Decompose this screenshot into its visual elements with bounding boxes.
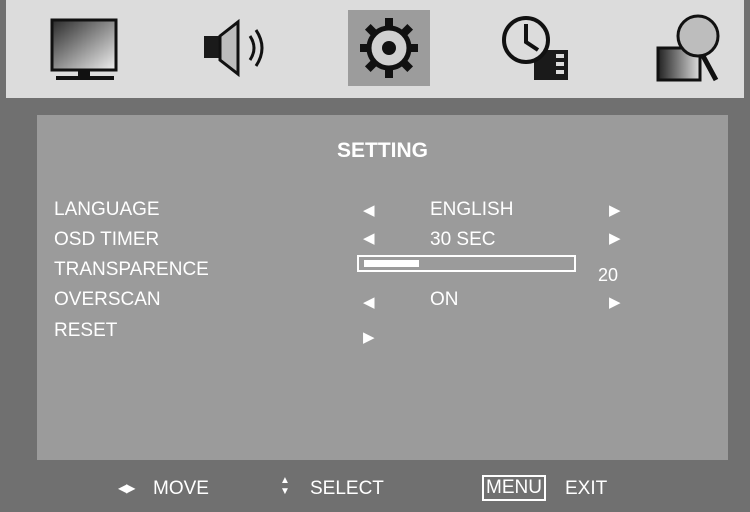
speaker-icon	[204, 18, 264, 78]
osd-timer-prev-arrow-icon[interactable]: ◀	[363, 231, 375, 246]
menu-tab-bar	[6, 0, 744, 98]
move-arrows-icon: ◀▶	[118, 481, 135, 495]
language-value: ENGLISH	[430, 199, 514, 220]
tab-audio[interactable]	[194, 10, 276, 86]
reset-label[interactable]: RESET	[54, 320, 117, 342]
magnifier-icon	[656, 14, 720, 82]
footer-hints: ◀▶ MOVE ▲▼ SELECT MENU EXIT	[0, 472, 750, 508]
language-next-arrow-icon[interactable]: ▶	[609, 203, 621, 218]
monitor-icon	[50, 18, 118, 80]
osd-timer-label[interactable]: OSD TIMER	[54, 229, 159, 251]
exit-hint: EXIT	[565, 478, 608, 499]
language-label[interactable]: LANGUAGE	[54, 199, 160, 221]
menu-key-label: MENU	[482, 475, 546, 501]
setting-panel: SETTING LANGUAGE ◀ ENGLISH ▶ OSD TIMER ◀…	[37, 115, 728, 460]
tab-other[interactable]	[648, 10, 730, 86]
overscan-label[interactable]: OVERSCAN	[54, 289, 161, 311]
osd-timer-next-arrow-icon[interactable]: ▶	[609, 231, 621, 246]
transparence-slider-fill	[364, 260, 419, 267]
move-hint: MOVE	[153, 478, 209, 499]
overscan-prev-arrow-icon[interactable]: ◀	[363, 295, 375, 310]
gear-icon	[360, 18, 418, 78]
osd-screen: SETTING LANGUAGE ◀ ENGLISH ▶ OSD TIMER ◀…	[0, 0, 750, 512]
transparence-slider[interactable]	[357, 255, 576, 272]
tab-time[interactable]	[496, 10, 578, 86]
overscan-next-arrow-icon[interactable]: ▶	[609, 295, 621, 310]
reset-arrow-icon[interactable]: ▶	[363, 330, 375, 345]
clock-icon	[502, 16, 568, 80]
tab-setting[interactable]	[348, 10, 430, 86]
select-hint: SELECT	[310, 478, 384, 499]
overscan-value: ON	[430, 289, 459, 310]
transparence-value: 20	[598, 265, 619, 285]
page-title: SETTING	[336, 139, 428, 162]
language-prev-arrow-icon[interactable]: ◀	[363, 203, 375, 218]
select-arrows-icon: ▲▼	[280, 475, 290, 497]
transparence-label[interactable]: TRANSPARENCE	[54, 259, 209, 281]
tab-picture[interactable]	[46, 10, 128, 86]
osd-timer-value: 30 SEC	[430, 229, 496, 250]
